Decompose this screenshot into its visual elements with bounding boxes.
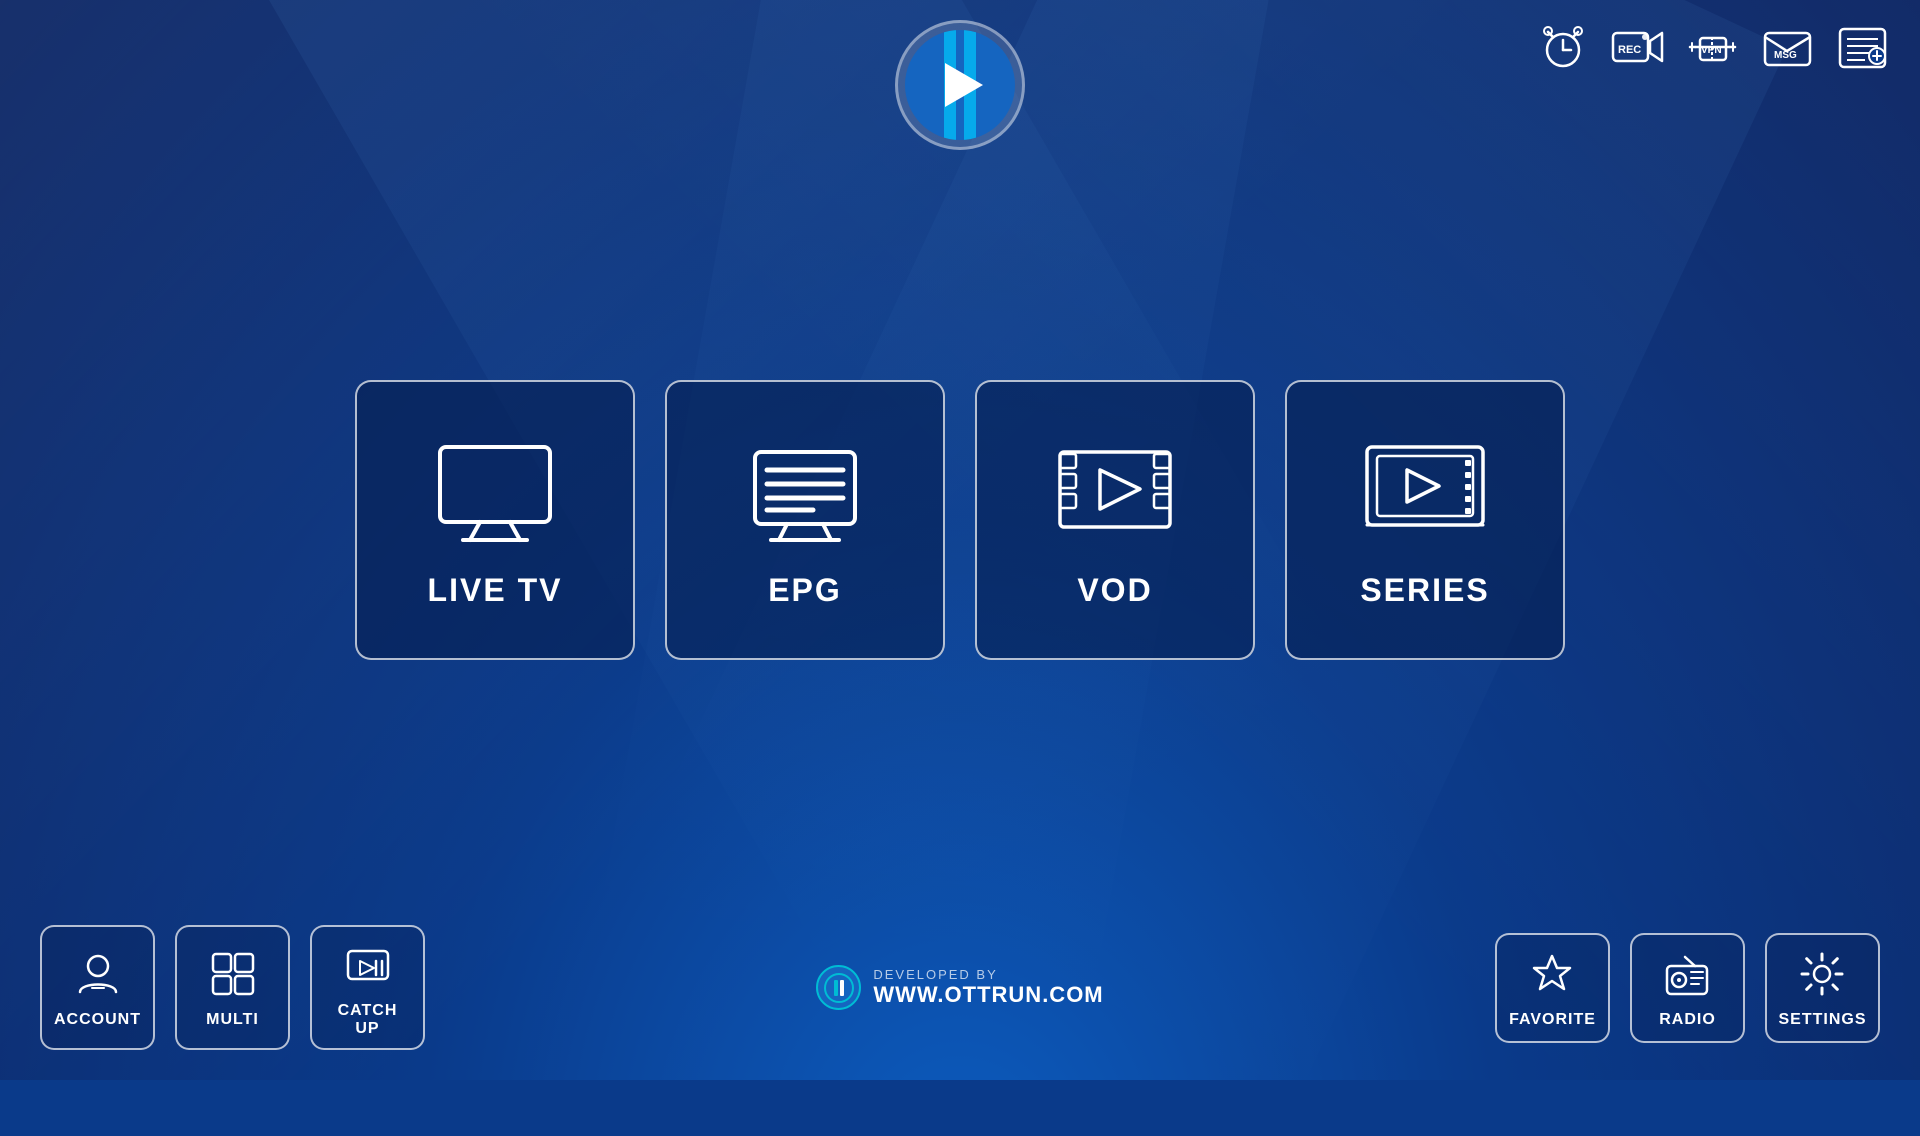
brand-section: DEVELOPED BY WWW.OTTRUN.COM xyxy=(816,965,1103,1010)
bottom-right-icons: FAVORITE RADIO xyxy=(1495,933,1880,1043)
favorite-button[interactable]: FAVORITE xyxy=(1495,933,1610,1043)
bottom-bar: ACCOUNT MULTI xyxy=(0,925,1920,1050)
msg-icon: MSG xyxy=(1760,20,1815,75)
multi-label: MULTI xyxy=(206,1011,259,1029)
series-card[interactable]: SERIES xyxy=(1285,380,1565,660)
brand-url: WWW.OTTRUN.COM xyxy=(873,982,1103,1008)
vod-icon xyxy=(1045,432,1185,552)
settings-label: SETTINGS xyxy=(1778,1011,1866,1029)
catch-up-label: CATCH UP xyxy=(330,1002,405,1038)
catch-up-button[interactable]: CATCH UP xyxy=(310,925,425,1050)
live-tv-card[interactable]: LIVE TV xyxy=(355,380,635,660)
settings-icon xyxy=(1798,950,1846,1003)
update-icon xyxy=(1835,20,1890,75)
alarm-button[interactable] xyxy=(1535,20,1590,75)
catch-up-icon xyxy=(344,941,392,994)
epg-label: EPG xyxy=(768,572,842,609)
radio-label: RADIO xyxy=(1659,1011,1716,1029)
account-label: ACCOUNT xyxy=(54,1011,141,1029)
live-tv-icon xyxy=(425,432,565,552)
multi-button[interactable]: MULTI xyxy=(175,925,290,1050)
svg-text:VPN: VPN xyxy=(1701,45,1722,56)
msg-button[interactable]: MSG xyxy=(1760,20,1815,75)
vod-label: VOD xyxy=(1077,572,1152,609)
epg-icon xyxy=(735,432,875,552)
rec-button[interactable]: REC xyxy=(1610,20,1665,75)
multi-icon xyxy=(209,950,257,1003)
radio-icon xyxy=(1663,950,1711,1003)
rec-icon: REC xyxy=(1610,20,1665,75)
top-toolbar: REC VPN xyxy=(1535,20,1890,75)
vpn-icon: VPN xyxy=(1685,20,1740,75)
vpn-button[interactable]: VPN xyxy=(1685,20,1740,75)
series-icon xyxy=(1355,432,1495,552)
favorite-icon xyxy=(1528,950,1576,1003)
epg-card[interactable]: EPG xyxy=(665,380,945,660)
brand-icon xyxy=(816,965,861,1010)
svg-text:MSG: MSG xyxy=(1774,50,1797,61)
app-logo xyxy=(895,20,1025,150)
alarm-icon xyxy=(1535,20,1590,75)
live-tv-label: LIVE TV xyxy=(428,572,563,609)
main-menu: LIVE TV EPG xyxy=(355,380,1565,660)
account-icon xyxy=(74,950,122,1003)
svg-text:REC: REC xyxy=(1618,44,1641,56)
vod-card[interactable]: VOD xyxy=(975,380,1255,660)
radio-button[interactable]: RADIO xyxy=(1630,933,1745,1043)
settings-button[interactable]: SETTINGS xyxy=(1765,933,1880,1043)
update-button[interactable] xyxy=(1835,20,1890,75)
favorite-label: FAVORITE xyxy=(1509,1011,1596,1029)
bottom-left-icons: ACCOUNT MULTI xyxy=(40,925,425,1050)
account-button[interactable]: ACCOUNT xyxy=(40,925,155,1050)
series-label: SERIES xyxy=(1360,572,1489,609)
brand-developed-by: DEVELOPED BY xyxy=(873,967,1103,982)
